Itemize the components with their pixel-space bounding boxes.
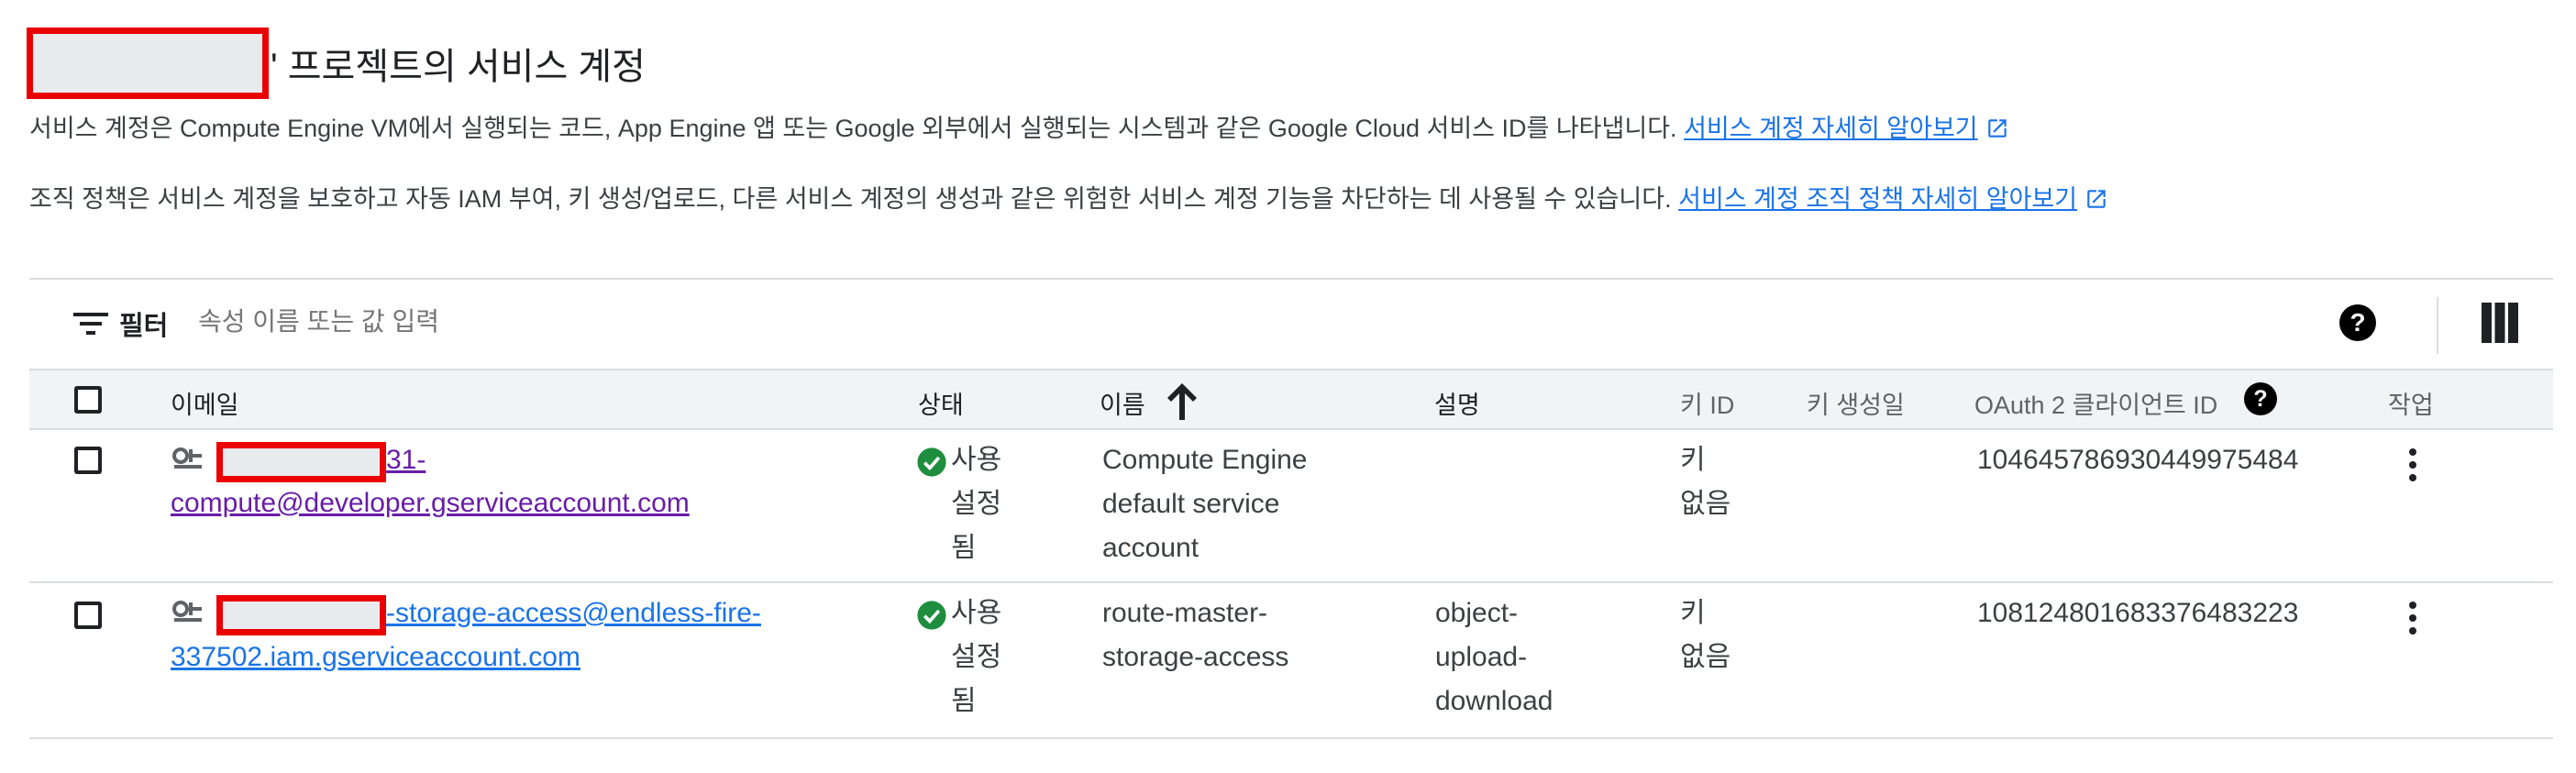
status-text-line1: 사용 <box>951 598 1002 628</box>
column-display-icon[interactable] <box>2482 303 2518 343</box>
filter-label[interactable]: 필터 <box>119 304 168 343</box>
description-line2: upload- <box>1435 642 1528 672</box>
redacted-project-name <box>27 28 269 99</box>
oauth-help-icon[interactable]: ? <box>2244 382 2277 415</box>
table-header: 이메일 상태 이름 설명 키 ID 키 생성일 OAuth 2 클라이언트 ID… <box>29 369 2553 430</box>
external-link-icon <box>1987 119 2007 138</box>
select-all-checkbox[interactable] <box>74 386 102 414</box>
filter-input[interactable] <box>196 301 1117 343</box>
email-cell: -storage-access@endless-fire- <box>386 591 761 635</box>
redacted-email-prefix <box>216 595 386 635</box>
service-account-email-link[interactable]: compute@developer.gserviceaccount.com <box>171 488 690 518</box>
description-line1: object- <box>1435 598 1519 628</box>
status-text-line2: 설정 <box>951 489 1002 519</box>
name-line2: storage-access <box>1102 642 1289 672</box>
row-checkbox[interactable] <box>74 447 102 474</box>
service-account-email-link[interactable]: -storage-access@endless-fire- <box>386 598 761 628</box>
service-account-email-link[interactable]: 31- <box>386 445 426 475</box>
column-header-description[interactable]: 설명 <box>1434 385 1480 421</box>
table-row: 31- compute@developer.gserviceaccount.co… <box>29 430 2553 583</box>
service-account-icon <box>172 447 204 477</box>
toolbar-separator <box>2437 297 2438 354</box>
name-line1: Compute Engine <box>1102 445 1308 475</box>
column-header-oauth-client-id[interactable]: OAuth 2 클라이언트 ID <box>1974 385 2217 421</box>
check-circle-icon <box>917 601 946 630</box>
sort-ascending-icon[interactable] <box>1164 381 1200 420</box>
description-service-accounts: 서비스 계정은 Compute Engine VM에서 실행되는 코드, App… <box>29 108 2009 144</box>
column-header-actions: 작업 <box>2388 392 2434 419</box>
status-text-line3: 됨 <box>951 686 977 716</box>
key-status-line2: 없음 <box>1680 489 1731 519</box>
email-cell: 31- <box>386 438 426 482</box>
name-line3: account <box>1102 533 1200 563</box>
column-header-status[interactable]: 상태 <box>918 385 964 421</box>
name-line2: default service <box>1102 489 1280 519</box>
status-text-line3: 됨 <box>951 533 977 563</box>
column-header-email[interactable]: 이메일 <box>171 385 239 421</box>
column-header-name[interactable]: 이름 <box>1100 385 1145 421</box>
column-header-key-created[interactable]: 키 생성일 <box>1807 385 1905 421</box>
more-actions-icon[interactable] <box>2409 602 2416 640</box>
status-text-line2: 설정 <box>951 642 1002 672</box>
email-cell-line2: 337502.iam.gserviceaccount.com <box>171 635 580 679</box>
name-line1: route-master- <box>1102 598 1268 628</box>
more-actions-icon[interactable] <box>2409 448 2416 487</box>
email-cell-line2: compute@developer.gserviceaccount.com <box>171 481 690 525</box>
filter-icon[interactable] <box>73 310 108 337</box>
external-link-icon <box>2087 190 2106 208</box>
description-line3: download <box>1435 686 1553 716</box>
key-status-line1: 키 <box>1680 598 1706 628</box>
description-org-policy: 조직 정책은 서비스 계정을 보호하고 자동 IAM 부여, 키 생성/업로드,… <box>29 179 2108 215</box>
column-header-key-id[interactable]: 키 ID <box>1680 385 1734 421</box>
page-title: ' 프로젝트의 서비스 계정 <box>271 47 646 87</box>
redacted-email-prefix <box>216 442 386 482</box>
oauth-client-id: 108124801683376483223 <box>1977 598 2299 628</box>
help-circle-icon[interactable]: ? <box>2339 304 2376 341</box>
row-checkbox[interactable] <box>74 602 102 629</box>
section-divider <box>29 278 2553 280</box>
oauth-client-id: 104645786930449975484 <box>1977 445 2299 475</box>
key-status-line2: 없음 <box>1680 642 1731 672</box>
filter-toolbar: 필터 ? <box>29 284 2553 369</box>
service-account-email-link[interactable]: 337502.iam.gserviceaccount.com <box>171 642 580 672</box>
learn-more-org-policy-link[interactable]: 서비스 계정 조직 정책 자세히 알아보기 <box>1678 185 2077 213</box>
check-circle-icon <box>917 447 946 477</box>
service-account-icon <box>172 600 204 630</box>
status-text-line1: 사용 <box>951 445 1002 475</box>
key-status-line1: 키 <box>1680 445 1706 475</box>
table-row: -storage-access@endless-fire- 337502.iam… <box>29 583 2553 739</box>
learn-more-service-accounts-link[interactable]: 서비스 계정 자세히 알아보기 <box>1684 115 1978 142</box>
